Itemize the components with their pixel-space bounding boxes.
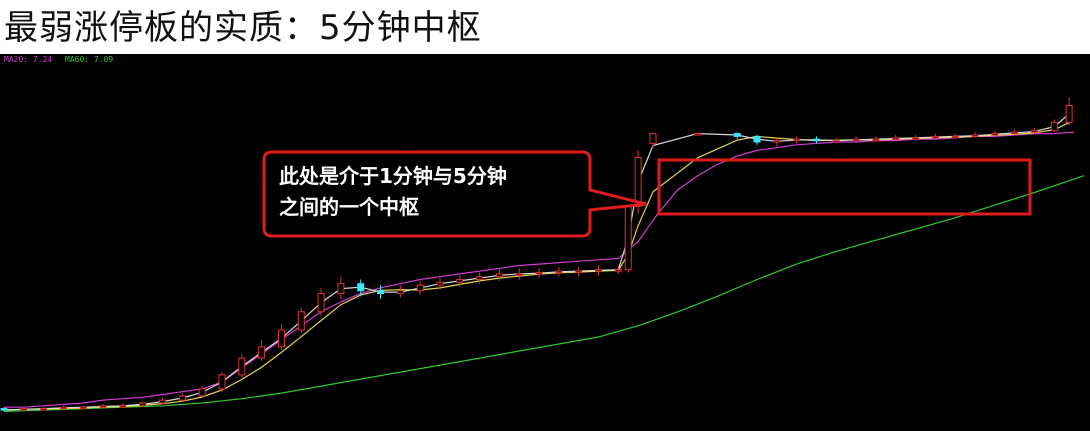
candle-up: [694, 133, 702, 136]
candle-up: [555, 270, 563, 274]
candle-up: [317, 293, 325, 313]
candle-up: [872, 138, 880, 142]
candle-up: [892, 137, 900, 140]
candle-down: [0, 408, 8, 411]
candle-up: [297, 311, 305, 331]
candle-up: [198, 388, 206, 397]
candle-up: [416, 284, 424, 292]
candle-up: [1050, 121, 1058, 132]
candle-up: [793, 138, 801, 142]
grid-lines: [0, 64, 1090, 431]
candle-up: [634, 156, 642, 208]
candle-up: [178, 395, 186, 401]
zhongshu-highlight-box: [657, 158, 1032, 216]
candle-up: [971, 134, 979, 137]
candle-up: [79, 406, 87, 410]
candle-up: [614, 269, 622, 272]
candle-up: [159, 399, 167, 404]
candle-up: [991, 133, 999, 136]
candle-up: [337, 283, 345, 295]
candle-up: [396, 290, 404, 295]
candle-up: [20, 408, 28, 411]
candle-down: [753, 135, 761, 143]
candle-up: [99, 405, 107, 408]
candle-up: [852, 138, 860, 142]
candle-up: [931, 135, 939, 139]
candle-up: [59, 406, 67, 410]
candle-up: [476, 276, 484, 280]
candle-down: [377, 290, 385, 295]
candle-up: [624, 206, 632, 271]
callout-text-line2: 之间的一个中枢: [279, 195, 419, 219]
candle-up: [139, 402, 147, 407]
zhongshu-box: [657, 158, 1032, 216]
candle-up: [1030, 130, 1038, 133]
callout-text-line1: 此处是介于1分钟与5分钟: [279, 164, 507, 188]
candle-up: [456, 278, 464, 283]
candle-up: [535, 271, 543, 275]
candle-up: [238, 357, 246, 376]
candle-up: [495, 273, 503, 278]
candle-down: [812, 138, 820, 142]
candle-up: [951, 135, 959, 139]
candle-up: [277, 329, 285, 348]
candle-down: [357, 283, 365, 292]
kline-plot: 此处是介于1分钟与5分钟 之间的一个中枢: [0, 64, 1090, 431]
candle-up: [912, 137, 920, 140]
candle-up: [119, 405, 127, 408]
candle-up: [258, 346, 266, 359]
slide-title: 最弱涨停板的实质：5分钟中枢: [4, 8, 482, 48]
candle-down: [733, 133, 741, 137]
candle-up: [773, 140, 781, 143]
candle-up: [1011, 131, 1019, 135]
candle-up: [832, 140, 840, 143]
candle-up: [436, 281, 444, 286]
candle-up: [40, 408, 48, 411]
candle-up: [594, 269, 602, 272]
candle-up: [515, 273, 523, 276]
candle-group: [0, 97, 1073, 412]
candle-up: [575, 270, 583, 274]
callout: 此处是介于1分钟与5分钟 之间的一个中枢: [262, 150, 647, 238]
candle-up: [218, 374, 226, 390]
candle-up: [1065, 105, 1073, 123]
candle-up: [649, 133, 657, 144]
